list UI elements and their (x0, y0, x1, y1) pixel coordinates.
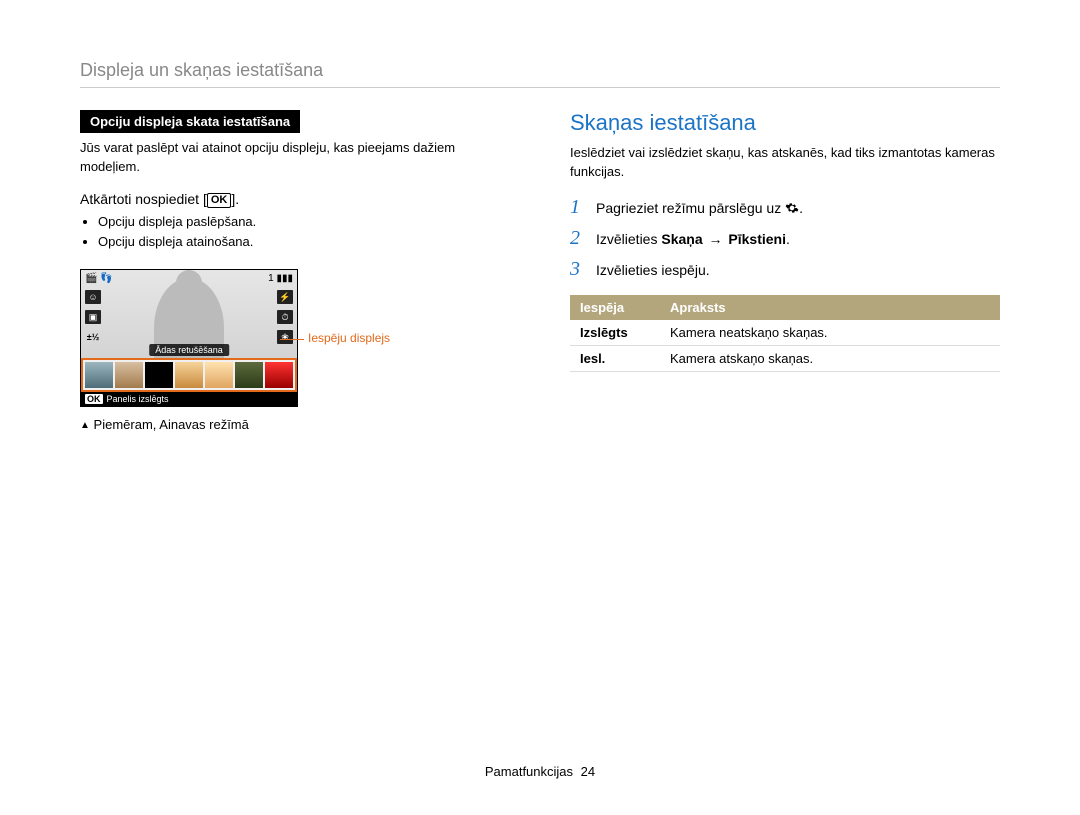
table-row: Izslēgts Kamera neatskaņo skaņas. (570, 320, 1000, 346)
timer-icon: ⏱ (277, 310, 293, 324)
list-item: Opciju displeja atainošana. (98, 232, 510, 253)
thumb (205, 362, 233, 388)
thumb (265, 362, 293, 388)
cell-option: Izslēgts (570, 320, 660, 346)
step-suffix: . (786, 231, 790, 247)
intro-paragraph: Jūs varat paslēpt vai atainot opciju dis… (80, 139, 510, 177)
step-text: Izvēlieties (596, 231, 661, 247)
footer-section: Pamatfunkcijas (485, 764, 573, 779)
step-1: 1 Pagrieziet režīmu pārslēgu uz . (570, 196, 1000, 219)
section-intro: Ieslēdziet vai izslēdziet skaņu, kas ats… (570, 144, 1000, 182)
ev-icon: ±½ (85, 330, 101, 344)
cell-description: Kamera neatskaņo skaņas. (660, 320, 1000, 346)
caption-text: Piemēram, Ainavas režīmā (94, 417, 249, 432)
page-title: Displeja un skaņas iestatīšana (80, 60, 1000, 88)
callout-label: Iespēju displejs (308, 331, 390, 345)
face-detect-icon: ☺ (85, 290, 101, 304)
section-heading: Skaņas iestatīšana (570, 110, 1000, 136)
camera-screenshot: 🎬 👣 1 ▮▮▮ ☺ ▣ ±½ ⚡ ⏱ ❀ Ādas retušēšana (80, 269, 298, 407)
step-3: 3 Izvēlieties iespēju. (570, 258, 1000, 281)
right-column: Skaņas iestatīšana Ieslēdziet vai izslēd… (570, 110, 1000, 432)
subsection-heading: Opciju displeja skata iestatīšana (80, 110, 300, 133)
thumb (235, 362, 263, 388)
page-number: 24 (581, 764, 595, 779)
step-text: Izvēlieties iespēju. (596, 262, 710, 278)
thumb (115, 362, 143, 388)
table-header-option: Iespēja (570, 295, 660, 320)
thumb (145, 362, 173, 388)
cam-counter: 1 (268, 273, 274, 284)
metering-icon: ▣ (85, 310, 101, 324)
thumb (175, 362, 203, 388)
step-bold: Pīkstieni (728, 231, 786, 247)
list-item: Opciju displeja paslēpšana. (98, 212, 510, 233)
skin-retouch-label: Ādas retušēšana (149, 344, 229, 356)
step-bold: Skaņa (661, 231, 702, 247)
options-strip (81, 358, 297, 392)
battery-icon: ▮▮▮ (276, 273, 293, 284)
thumb (85, 362, 113, 388)
triangle-up-icon: ▲ (80, 420, 90, 431)
press-ok-instruction: Atkārtoti nospiediet [OK]. (80, 191, 510, 208)
ok-key-icon: OK (207, 193, 232, 208)
page-footer: Pamatfunkcijas 24 (0, 764, 1080, 779)
cell-description: Kamera atskaņo skaņas. (660, 345, 1000, 371)
instruction-suffix: ]. (231, 191, 239, 207)
flash-icon: ⚡ (277, 290, 293, 304)
options-table: Iespēja Apraksts Izslēgts Kamera neatska… (570, 295, 1000, 372)
cam-top-left-icons: 🎬 👣 (85, 273, 113, 284)
cam-panel-text: Panelis izslēgts (107, 394, 169, 404)
step-suffix: . (799, 200, 803, 216)
example-caption: ▲ Piemēram, Ainavas režīmā (80, 417, 510, 432)
bullet-list: Opciju displeja paslēpšana. Opciju displ… (80, 212, 510, 254)
step-text: Pagrieziet režīmu pārslēgu uz (596, 200, 785, 216)
left-column: Opciju displeja skata iestatīšana Jūs va… (80, 110, 510, 432)
step-number: 2 (570, 227, 586, 250)
step-number: 3 (570, 258, 586, 281)
table-row: Iesl. Kamera atskaņo skaņas. (570, 345, 1000, 371)
cam-ok-button: OK (85, 394, 103, 404)
step-number: 1 (570, 196, 586, 219)
table-header-description: Apraksts (660, 295, 1000, 320)
gear-icon (785, 201, 799, 215)
step-2: 2 Izvēlieties Skaņa → Pīkstieni. (570, 227, 1000, 250)
arrow-right-icon: → (707, 231, 725, 247)
cell-option: Iesl. (570, 345, 660, 371)
instruction-prefix: Atkārtoti nospiediet [ (80, 191, 207, 207)
macro-icon: ❀ (277, 330, 293, 344)
